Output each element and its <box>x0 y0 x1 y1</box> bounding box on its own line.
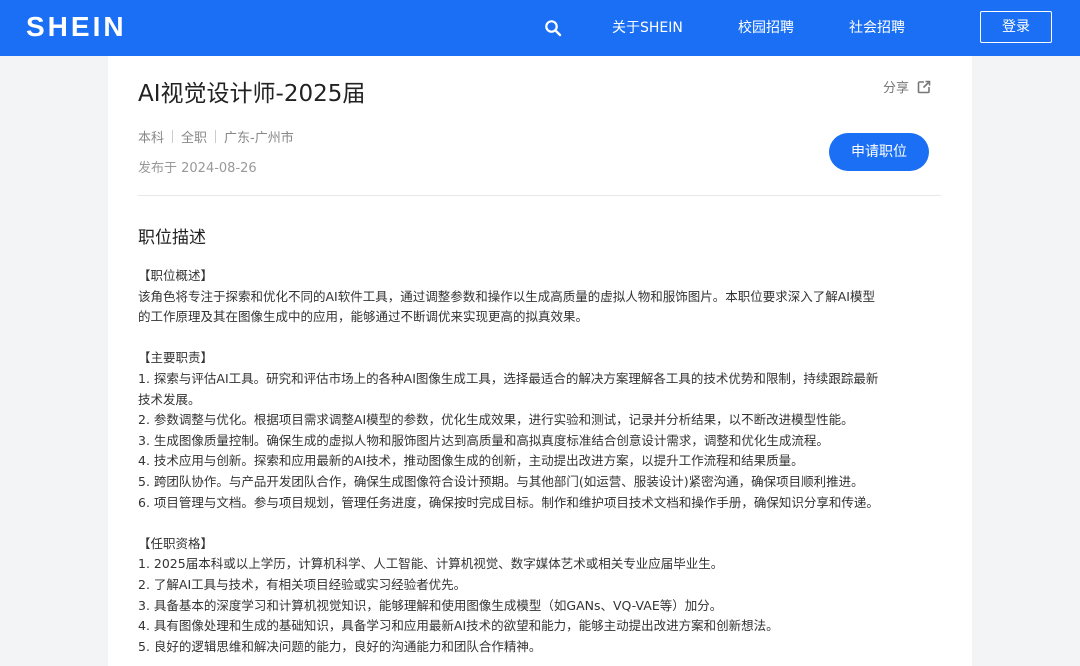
tag-location: 广东-广州市 <box>224 131 294 146</box>
duty-line: 4. 技术应用与创新。探索和应用最新的AI技术，推动图像生成的创新，主动提出改进… <box>138 453 804 469</box>
job-detail-card: AI视觉设计师-2025届 分享 本科 全职 广东-广州市 发布于 2024-08-… <box>108 56 972 666</box>
overview-heading: 【职位概述】 <box>138 268 214 283</box>
tag-job-type: 全职 <box>181 131 208 146</box>
requirement-line: 4. 具有图像处理和生成的基础知识，具备学习和应用最新AI技术的欲望和能力，能够… <box>138 618 779 634</box>
overview-line: 的工作原理及其在图像生成中的应用，能够通过不断调优来实现更高的拟真效果。 <box>138 309 589 325</box>
job-description-body: 【职位概述】 该角色将专注于探索和优化不同的AI软件工具，通过调整参数和操作以生… <box>138 266 941 657</box>
overview-line: 该角色将专注于探索和优化不同的AI软件工具，通过调整参数和操作以生成高质量的虚拟… <box>138 288 875 304</box>
tag-education: 本科 <box>138 131 165 146</box>
duty-line: 3. 生成图像质量控制。确保生成的虚拟人物和服饰图片达到高质量和高拟真度标准结合… <box>138 432 829 448</box>
job-tags: 本科 全职 广东-广州市 <box>138 130 294 148</box>
top-navigation-bar: SHEIN 关于SHEIN 校园招聘 社会招聘 登录 <box>0 0 1080 56</box>
duty-line: 技术发展。 <box>138 391 201 407</box>
nav-about-shein[interactable]: 关于SHEIN <box>612 18 683 38</box>
external-share-icon <box>917 80 931 94</box>
share-button[interactable]: 分享 <box>883 80 931 98</box>
tag-divider <box>215 130 217 143</box>
duty-line: 2. 参数调整与优化。根据项目需求调整AI模型的参数，优化生成效果，进行实验和测… <box>138 412 854 428</box>
job-title: AI视觉设计师-2025届 <box>138 81 366 107</box>
publish-date: 发布于 2024-08-26 <box>138 161 257 176</box>
share-label: 分享 <box>883 81 910 96</box>
requirements-heading: 【任职资格】 <box>138 535 214 551</box>
duty-line: 1. 探索与评估AI工具。研究和评估市场上的各种AI图像生成工具，选择最适合的解… <box>138 370 879 386</box>
duty-line: 5. 跨团队协作。与产品开发团队合作，确保生成图像符合设计预期。与其他部门(如运… <box>138 473 864 489</box>
login-button[interactable]: 登录 <box>980 11 1052 43</box>
apply-button[interactable]: 申请职位 <box>829 133 929 171</box>
search-icon[interactable] <box>544 19 562 37</box>
requirement-line: 3. 具备基本的深度学习和计算机视觉知识，能够理解和使用图像生成模型（如GANs… <box>138 597 723 613</box>
nav-campus-recruitment[interactable]: 校园招聘 <box>738 18 794 38</box>
nav-social-recruitment[interactable]: 社会招聘 <box>849 18 905 38</box>
requirement-line: 5. 良好的逻辑思维和解决问题的能力，良好的沟通能力和团队合作精神。 <box>138 638 542 654</box>
duty-line: 6. 项目管理与文档。参与项目规划，管理任务进度，确保按时完成目标。制作和维护项… <box>138 494 879 510</box>
divider <box>138 195 941 196</box>
requirement-line: 2. 了解AI工具与技术，有相关项目经验或实习经验者优先。 <box>138 576 467 592</box>
section-title-job-description: 职位描述 <box>138 228 206 248</box>
requirement-line: 1. 2025届本科或以上学历，计算机科学、人工智能、计算机视觉、数字媒体艺术或… <box>138 556 724 572</box>
shein-logo[interactable]: SHEIN <box>26 10 127 44</box>
duties-heading: 【主要职责】 <box>138 350 214 366</box>
tag-divider <box>172 130 174 143</box>
